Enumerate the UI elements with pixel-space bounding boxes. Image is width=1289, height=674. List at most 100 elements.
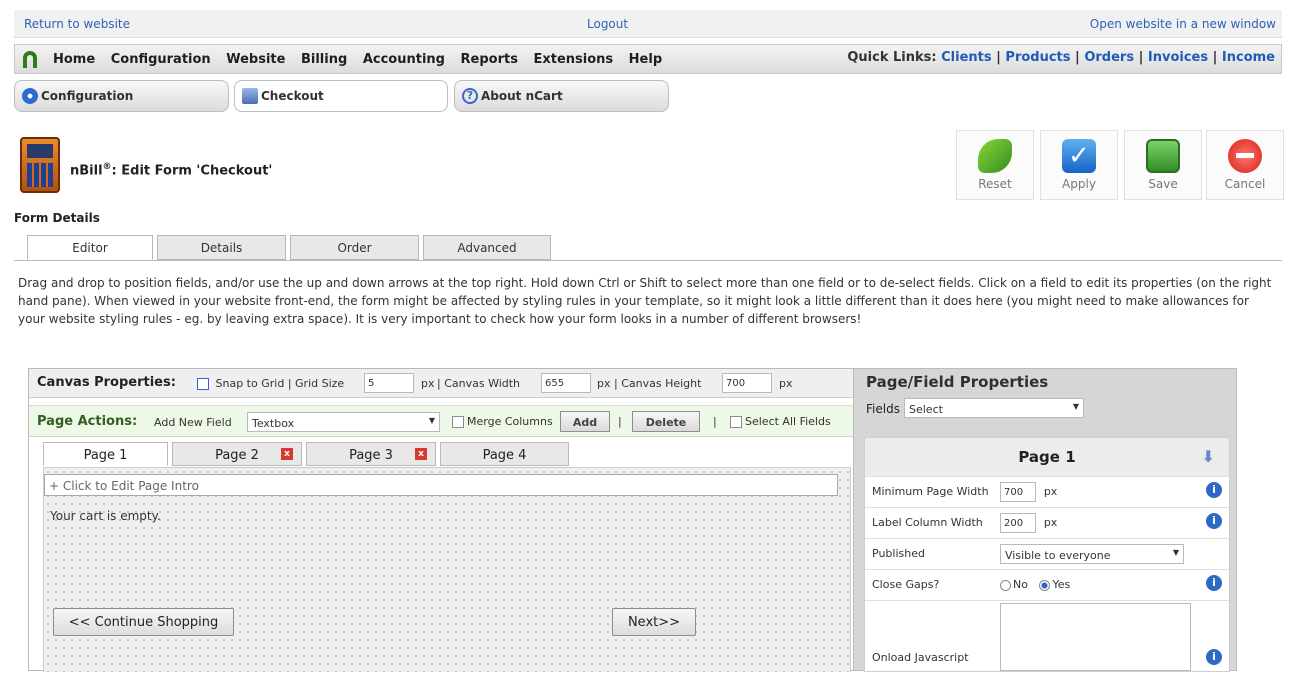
- tab-order[interactable]: Order: [290, 235, 419, 260]
- next-button[interactable]: Next>>: [612, 608, 696, 636]
- cancel-button[interactable]: Cancel: [1206, 130, 1284, 200]
- page-tab-2[interactable]: Page 2 x: [172, 442, 302, 466]
- page-properties-heading: Page 1 ⬇: [865, 438, 1229, 476]
- label-column-width-row: Label Column Width 200 px i: [865, 507, 1229, 538]
- close-gaps-yes-radio[interactable]: [1039, 579, 1051, 591]
- form-details-heading: Form Details: [14, 211, 100, 225]
- delete-field-button[interactable]: Delete: [632, 411, 700, 432]
- cart-empty-text: Your cart is empty.: [50, 509, 161, 523]
- quick-link-products[interactable]: Products: [1005, 50, 1070, 65]
- published-row: Published Visible to everyone ▼: [865, 538, 1229, 569]
- field-type-select[interactable]: Textbox ▼: [247, 412, 440, 432]
- close-gaps-no-radio[interactable]: [1000, 579, 1011, 591]
- info-icon[interactable]: i: [1206, 482, 1222, 498]
- canvas-properties-label: Canvas Properties:: [37, 375, 176, 390]
- close-gaps-options: No Yes: [1000, 578, 1070, 591]
- logout-link[interactable]: Logout: [587, 17, 628, 31]
- page-tab-1[interactable]: Page 1: [43, 442, 168, 466]
- fields-select[interactable]: Select ▼: [904, 398, 1084, 418]
- label-column-width-value-wrap: 200 px: [1000, 513, 1057, 533]
- close-gaps-label: Close Gaps?: [872, 578, 940, 591]
- info-icon[interactable]: i: [1206, 575, 1222, 591]
- editor-instructions: Drag and drop to position fields, and/or…: [18, 276, 1272, 326]
- delete-page-icon[interactable]: x: [415, 448, 427, 460]
- form-canvas-area: Canvas Properties: Snap to Grid | Grid S…: [28, 368, 854, 672]
- label-column-width-input[interactable]: 200: [1000, 513, 1036, 533]
- fields-label: Fields: [866, 402, 900, 416]
- save-label: Save: [1148, 177, 1178, 191]
- quick-link-income[interactable]: Income: [1222, 50, 1275, 65]
- form-design-canvas[interactable]: + Click to Edit Page Intro Your cart is …: [43, 467, 851, 672]
- published-select[interactable]: Visible to everyone ▼: [1000, 544, 1184, 564]
- menu-billing[interactable]: Billing: [301, 52, 347, 67]
- page-tab-3-label: Page 3: [349, 448, 393, 463]
- menu-website[interactable]: Website: [226, 52, 285, 67]
- add-field-button[interactable]: Add: [560, 411, 610, 432]
- menu-accounting[interactable]: Accounting: [363, 52, 445, 67]
- continue-shopping-button[interactable]: << Continue Shopping: [53, 608, 234, 636]
- grid-size-label: Grid Size: [295, 377, 345, 390]
- main-menu: Home Configuration Website Billing Accou…: [53, 52, 673, 67]
- tab-editor[interactable]: Editor: [27, 235, 153, 260]
- reset-label: Reset: [978, 177, 1012, 191]
- cart-icon: [242, 88, 258, 104]
- reset-button[interactable]: Reset: [956, 130, 1034, 200]
- quick-link-orders[interactable]: Orders: [1084, 50, 1134, 65]
- onload-javascript-textarea[interactable]: [1000, 603, 1191, 671]
- tab-details[interactable]: Details: [157, 235, 286, 260]
- page-tab-2-label: Page 2: [215, 448, 259, 463]
- page-tab-1-label: Page 1: [83, 448, 128, 463]
- separator: |: [287, 377, 292, 390]
- open-website-new-window-link[interactable]: Open website in a new window: [1090, 17, 1276, 31]
- tab-configuration-label: Configuration: [41, 89, 134, 103]
- quick-link-clients[interactable]: Clients: [941, 50, 991, 65]
- page-tab-3[interactable]: Page 3 x: [306, 442, 436, 466]
- grid-size-input[interactable]: 5: [364, 373, 414, 393]
- tab-configuration[interactable]: Configuration: [14, 80, 229, 112]
- canvas-width-input[interactable]: 655: [541, 373, 591, 393]
- return-to-website-link[interactable]: Return to website: [24, 17, 130, 31]
- min-page-width-unit: px: [1043, 485, 1058, 498]
- close-gaps-row: Close Gaps? No Yes i: [865, 569, 1229, 600]
- tab-checkout-label: Checkout: [261, 89, 324, 103]
- quick-links-label: Quick Links:: [847, 50, 937, 65]
- info-icon[interactable]: i: [1206, 649, 1222, 665]
- move-down-arrow-icon[interactable]: ⬇: [1202, 447, 1215, 466]
- merge-columns-label: Merge Columns: [467, 415, 553, 428]
- page-tab-4[interactable]: Page 4: [440, 442, 569, 466]
- merge-columns-group: Merge Columns: [449, 415, 553, 428]
- apply-button[interactable]: ✓ Apply: [1040, 130, 1118, 200]
- snap-to-grid-checkbox[interactable]: [197, 378, 209, 390]
- canvas-height-unit: px: [779, 377, 793, 390]
- menu-help[interactable]: Help: [629, 52, 662, 67]
- cancel-label: Cancel: [1224, 177, 1266, 191]
- page-actions-bar: Page Actions: Add New Field Textbox ▼ Me…: [29, 405, 853, 437]
- snap-to-grid-label: Snap to Grid: [215, 377, 285, 390]
- tab-about-ncart[interactable]: ? About nCart: [454, 80, 669, 112]
- menu-home[interactable]: Home: [53, 52, 95, 67]
- page-title: nBill®: Edit Form 'Checkout': [70, 162, 272, 178]
- calculator-icon: [20, 137, 60, 193]
- main-menu-bar: Home Configuration Website Billing Accou…: [14, 44, 1282, 74]
- delete-page-icon[interactable]: x: [281, 448, 293, 460]
- info-icon[interactable]: i: [1206, 513, 1222, 529]
- min-page-width-input[interactable]: 700: [1000, 482, 1036, 502]
- menu-reports[interactable]: Reports: [461, 52, 518, 67]
- trademark-symbol: ®: [102, 162, 112, 172]
- menu-extensions[interactable]: Extensions: [533, 52, 613, 67]
- save-button[interactable]: Save: [1124, 130, 1202, 200]
- page-properties-panel: Page 1 ⬇ Minimum Page Width 700 px i Lab…: [864, 437, 1230, 672]
- select-all-fields-checkbox[interactable]: [730, 416, 742, 428]
- quick-link-invoices[interactable]: Invoices: [1148, 50, 1208, 65]
- canvas-height-label: | Canvas Height: [614, 377, 702, 390]
- page-intro-editor[interactable]: + Click to Edit Page Intro: [44, 474, 838, 496]
- canvas-height-input[interactable]: 700: [722, 373, 772, 393]
- tab-advanced[interactable]: Advanced: [423, 235, 551, 260]
- top-link-bar: Return to website Logout Open website in…: [14, 10, 1282, 38]
- merge-columns-checkbox[interactable]: [452, 416, 464, 428]
- published-select-value: Visible to everyone: [1005, 549, 1111, 562]
- stop-icon: [1228, 139, 1262, 173]
- fields-selector-line: Fields Select ▼: [866, 398, 1084, 418]
- menu-configuration[interactable]: Configuration: [111, 52, 211, 67]
- tab-checkout[interactable]: Checkout: [234, 80, 448, 112]
